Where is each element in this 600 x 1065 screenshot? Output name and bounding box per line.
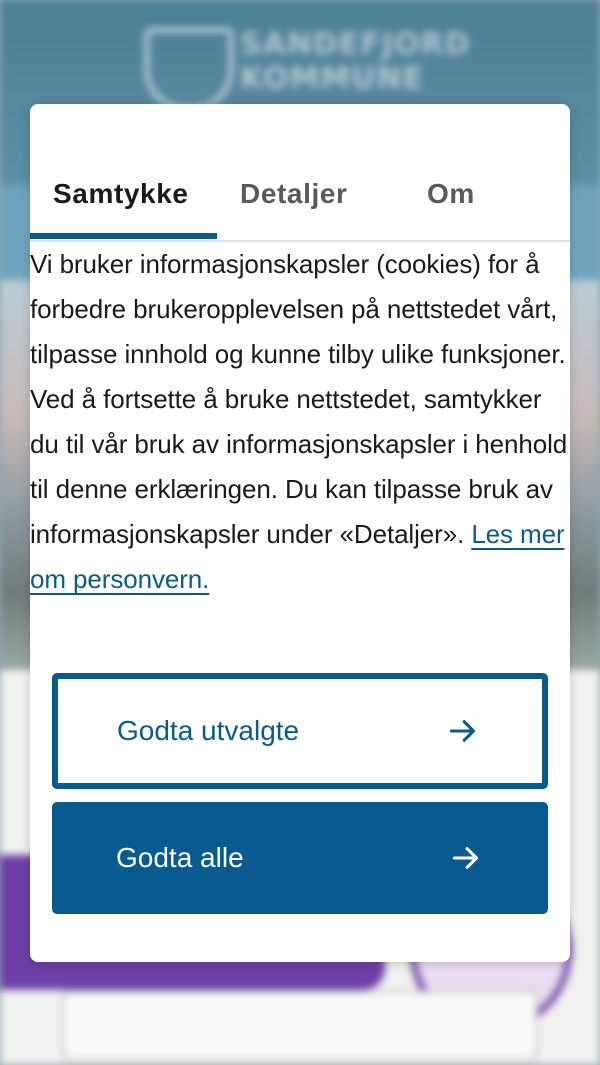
tab-samtykke[interactable]: Samtykke bbox=[53, 172, 189, 216]
arrow-right-icon bbox=[452, 847, 479, 869]
logo-line-1: SANDEFJORD bbox=[240, 27, 471, 62]
tab-detaljer[interactable]: Detaljer bbox=[240, 172, 348, 216]
active-tab-indicator bbox=[30, 233, 217, 239]
accept-all-label: Godta alle bbox=[116, 842, 244, 873]
consent-text: Vi bruker informasjonskapsler (cookies) … bbox=[30, 240, 570, 602]
arrow-right-icon bbox=[449, 720, 476, 742]
consent-tabs: Samtykke Detaljer Om bbox=[30, 104, 570, 242]
municipality-logo-text: SANDEFJORD KOMMUNE bbox=[240, 28, 471, 96]
cookie-consent-dialog: Samtykke Detaljer Om Vi bruker informasj… bbox=[30, 104, 570, 962]
municipality-logo-icon bbox=[145, 28, 233, 110]
accept-all-button[interactable]: Godta alle bbox=[52, 802, 548, 914]
accept-selected-button[interactable]: Godta utvalgte bbox=[52, 673, 548, 789]
tab-om[interactable]: Om bbox=[427, 172, 475, 216]
consent-body: Vi bruker informasjonskapsler (cookies) … bbox=[30, 249, 568, 549]
background-search-box bbox=[62, 990, 538, 1062]
accept-selected-label: Godta utvalgte bbox=[117, 715, 300, 746]
logo-line-2: KOMMUNE bbox=[240, 61, 425, 96]
